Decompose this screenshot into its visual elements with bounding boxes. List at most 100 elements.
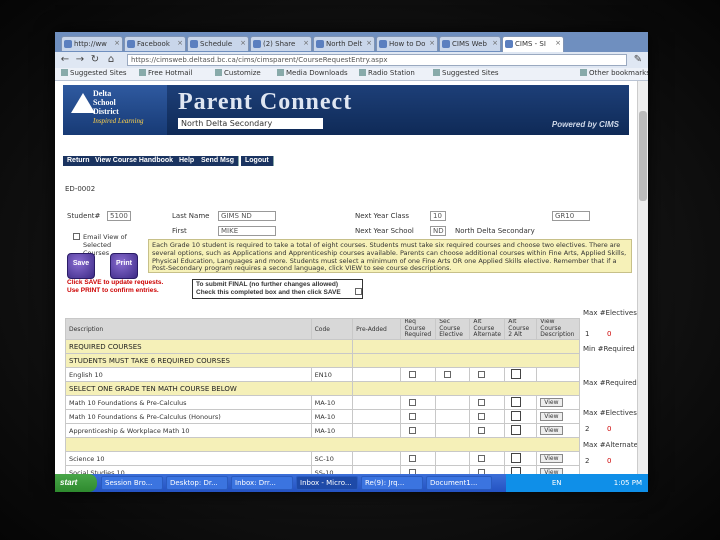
reload-icon[interactable]: ↻ — [89, 54, 101, 66]
browser-tab[interactable]: CIMS Web × — [439, 36, 501, 51]
browser-tab[interactable]: How to Do × — [376, 36, 438, 51]
table-row: Science 10 SC-10 View — [65, 451, 580, 466]
summary-label: Max #Electives — [583, 309, 637, 317]
alternate-checkbox[interactable] — [478, 399, 486, 406]
taskbar-item[interactable]: Inbox: Drr... — [231, 476, 293, 490]
required-checkbox[interactable] — [409, 399, 417, 406]
view-button[interactable]: View — [540, 412, 563, 421]
nextschool-field[interactable]: ND — [430, 226, 446, 236]
browser-tab[interactable]: Facebook × — [124, 36, 186, 51]
back-icon[interactable]: ← — [59, 54, 71, 66]
lastname-label: Last Name — [172, 212, 210, 220]
close-icon[interactable]: × — [177, 39, 183, 47]
alternate2-checkbox[interactable] — [511, 411, 522, 421]
print-button[interactable]: Print — [110, 253, 138, 279]
bookmark-item[interactable]: Suggested Sites — [61, 69, 127, 77]
menu-logout[interactable]: Logout — [241, 156, 274, 166]
favicon-icon — [64, 40, 72, 48]
logo-tagline: Inspired Learning — [93, 117, 144, 125]
required-checkbox[interactable] — [409, 413, 417, 420]
close-icon[interactable]: × — [492, 39, 498, 47]
url-input[interactable]: https://cimsweb.deltasd.bc.ca/cims/cimsp… — [127, 54, 627, 66]
alternate2-checkbox[interactable] — [511, 453, 522, 463]
course-description: Science 10 — [65, 451, 312, 466]
grade-field[interactable]: GR10 — [552, 211, 590, 221]
close-icon[interactable]: × — [240, 39, 246, 47]
page-scrollbar[interactable] — [637, 81, 648, 482]
address-bar-row: ← → ↻ ⌂ https://cimsweb.deltasd.bc.ca/ci… — [55, 52, 648, 68]
view-button[interactable]: View — [540, 426, 563, 435]
home-icon[interactable]: ⌂ — [105, 54, 117, 66]
alternate-checkbox[interactable] — [478, 427, 486, 434]
school-selector[interactable]: North Delta Secondary — [178, 118, 323, 129]
menu-course-handbook[interactable]: View Course Handbook — [91, 156, 179, 166]
browser-tab-active[interactable]: CIMS - SI × — [502, 36, 564, 52]
elective-checkbox[interactable] — [444, 371, 452, 378]
bookmark-item[interactable]: Radio Station — [359, 69, 415, 77]
logo-text: School — [93, 98, 116, 107]
summary-value: 2 — [585, 457, 590, 465]
view-button[interactable]: View — [540, 454, 563, 463]
course-description: Math 10 Foundations & Pre-Calculus (Hono… — [65, 409, 312, 424]
close-icon[interactable]: × — [114, 39, 120, 47]
alternate2-checkbox[interactable] — [511, 425, 522, 435]
grid-header-row: Description Code Pre-Added Req Course Re… — [65, 318, 580, 340]
summary-value: 2 — [585, 425, 590, 433]
other-bookmarks[interactable]: Other bookmarks — [580, 69, 648, 77]
first-field[interactable]: MIKE — [218, 226, 276, 236]
taskbar-item[interactable]: Document1... — [426, 476, 492, 490]
student-field[interactable]: 5100 — [107, 211, 131, 221]
final-submit-checkbox[interactable] — [355, 288, 362, 295]
column-header: Description — [65, 318, 312, 340]
bookmark-item[interactable]: Customize — [215, 69, 261, 77]
required-checkbox[interactable] — [409, 427, 417, 434]
alternate2-checkbox[interactable] — [511, 369, 522, 379]
language-indicator[interactable]: EN — [552, 479, 562, 487]
nextyear-field[interactable]: 10 — [430, 211, 446, 221]
browser-tab[interactable]: (2) Share × — [250, 36, 312, 51]
alternate-checkbox[interactable] — [478, 455, 486, 462]
scrollbar-thumb[interactable] — [639, 111, 647, 201]
bookmark-icon — [215, 69, 222, 76]
course-grid: Description Code Pre-Added Req Course Re… — [64, 318, 580, 480]
close-icon[interactable]: × — [303, 39, 309, 47]
bookmark-item[interactable]: Free Hotmail — [139, 69, 192, 77]
summary-label: Max #Electives — [583, 409, 637, 417]
close-icon[interactable]: × — [555, 39, 561, 47]
close-icon[interactable]: × — [429, 39, 435, 47]
alternate-checkbox[interactable] — [478, 413, 486, 420]
required-checkbox[interactable] — [409, 455, 417, 462]
student-label: Student# — [67, 212, 101, 220]
spacer-row — [65, 437, 580, 452]
bookmark-icon — [277, 69, 284, 76]
logo-text: District — [93, 107, 119, 116]
forward-icon[interactable]: → — [74, 54, 86, 66]
taskbar-item[interactable]: Session Bro... — [101, 476, 163, 490]
page-content: Delta School District Inspired Learning … — [55, 81, 637, 482]
portal-header: Delta School District Inspired Learning … — [63, 85, 629, 135]
menu-return[interactable]: Return — [63, 156, 95, 166]
menu-help[interactable]: Help — [175, 156, 200, 166]
required-checkbox[interactable] — [409, 371, 417, 378]
bookmark-item[interactable]: Suggested Sites — [433, 69, 499, 77]
browser-tab[interactable]: http://ww × — [61, 36, 123, 51]
lastname-field[interactable]: GIMS ND — [218, 211, 276, 221]
course-code: MA-10 — [310, 395, 354, 410]
nextyear-label: Next Year Class — [355, 212, 409, 220]
alternate-checkbox[interactable] — [478, 371, 486, 378]
view-button[interactable]: View — [540, 398, 563, 407]
browser-tab[interactable]: North Delt × — [313, 36, 375, 51]
alternate2-checkbox[interactable] — [511, 397, 522, 407]
close-icon[interactable]: × — [366, 39, 372, 47]
start-button[interactable]: start — [55, 474, 97, 492]
taskbar-item[interactable]: Desktop: Dr... — [166, 476, 228, 490]
first-label: First — [172, 227, 187, 235]
browser-tab[interactable]: Schedule × — [187, 36, 249, 51]
taskbar-item[interactable]: Inbox - Micro... — [296, 476, 358, 490]
bookmark-item[interactable]: Media Downloads — [277, 69, 348, 77]
wrench-icon[interactable]: ✎ — [632, 54, 644, 66]
taskbar-item[interactable]: Re(9): Jrq... — [361, 476, 423, 490]
menu-send-msg[interactable]: Send Msg — [197, 156, 240, 166]
instructions-box: Each Grade 10 student is required to tak… — [148, 239, 632, 273]
save-button[interactable]: Save — [67, 253, 95, 279]
